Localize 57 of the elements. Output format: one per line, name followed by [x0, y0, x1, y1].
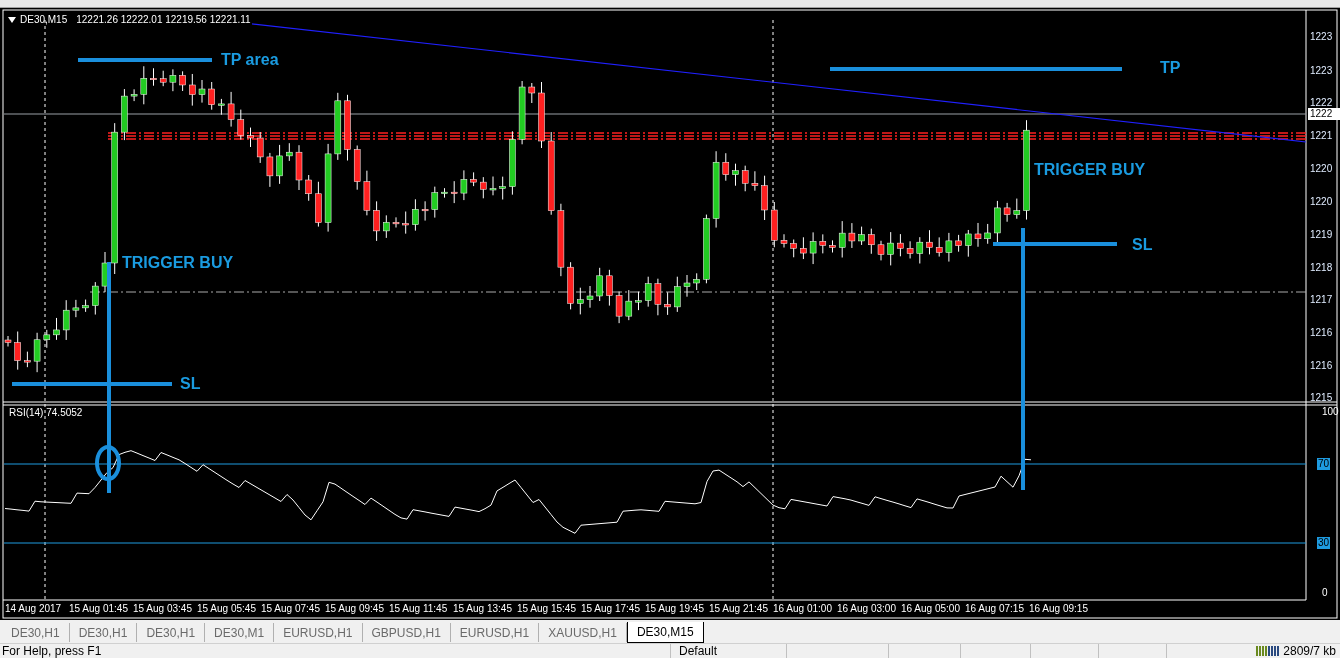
indicator-label: RSI(14) 74.5052	[9, 408, 83, 418]
profile-label: Default	[670, 644, 786, 658]
price-label: 1220	[1310, 164, 1333, 174]
annotation-label: SL	[1132, 237, 1153, 253]
time-label: 15 Aug 07:45	[261, 604, 320, 614]
chart-tab[interactable]: XAUUSD,H1	[539, 623, 627, 642]
annotation-label: TP area	[221, 52, 279, 68]
annotation-label: TRIGGER BUY	[122, 255, 234, 271]
traffic-label: 2809/7 kb	[1283, 644, 1336, 658]
indicator-axis-label: 0	[1322, 588, 1328, 598]
level-label: 30	[1317, 537, 1331, 549]
connection-bars-icon	[1256, 646, 1281, 656]
dropdown-icon[interactable]	[8, 17, 16, 23]
annotation-label: TRIGGER BUY	[1034, 162, 1146, 178]
chart-tab[interactable]: DE30,M1	[205, 623, 275, 642]
price-label: 1221	[1310, 131, 1333, 141]
time-label: 16 Aug 05:00	[901, 604, 960, 614]
chart-tab[interactable]: DE30,H1	[2, 623, 70, 642]
annotation-label: TP	[1160, 60, 1181, 76]
time-label: 15 Aug 09:45	[325, 604, 384, 614]
time-label: 16 Aug 01:00	[773, 604, 832, 614]
time-label: 16 Aug 03:00	[837, 604, 896, 614]
price-label: 1215	[1310, 393, 1333, 403]
time-label: 15 Aug 11:45	[389, 604, 448, 614]
time-label: 15 Aug 21:45	[709, 604, 768, 614]
price-label: 1223	[1310, 32, 1333, 42]
help-text: For Help, press F1	[1, 644, 103, 658]
price-label: 1220	[1310, 197, 1333, 207]
annotation-label: SL	[180, 376, 201, 392]
time-label: 15 Aug 19:45	[645, 604, 704, 614]
price-label: 1216	[1310, 361, 1333, 371]
ohlc-values: 12221.26 12222.01 12219.56 12221.11	[75, 14, 252, 26]
time-label: 15 Aug 03:45	[133, 604, 192, 614]
chart-tab[interactable]: GBPUSD,H1	[362, 623, 451, 642]
price-label: 1216	[1310, 328, 1333, 338]
chart-tab[interactable]: DE30,H1	[137, 623, 206, 642]
current-price-label: 1222	[1308, 108, 1340, 120]
indicator-axis-label: 100	[1322, 407, 1339, 417]
time-label: 16 Aug 07:15	[965, 604, 1024, 614]
time-label: 15 Aug 01:45	[69, 604, 128, 614]
time-label: 14 Aug 2017	[5, 604, 62, 614]
chart-tab[interactable]: DE30,M15	[626, 622, 704, 643]
level-label: 70	[1317, 458, 1331, 470]
time-label: 16 Aug 09:15	[1029, 604, 1088, 614]
chart-tab[interactable]: EURUSD,H1	[450, 623, 540, 642]
price-label: 1217	[1310, 295, 1333, 305]
chart-tab[interactable]: DE30,H1	[69, 623, 138, 642]
price-label: 1219	[1310, 230, 1333, 240]
price-label: 1222	[1310, 98, 1333, 108]
chart-tab[interactable]: EURUSD,H1	[274, 623, 363, 642]
price-label: 1223	[1310, 66, 1333, 76]
symbol-label: DE30,M15	[20, 15, 68, 25]
time-label: 15 Aug 05:45	[197, 604, 256, 614]
price-label: 1218	[1310, 263, 1333, 273]
time-label: 15 Aug 17:45	[581, 604, 640, 614]
time-label: 15 Aug 15:45	[517, 604, 576, 614]
time-label: 15 Aug 13:45	[453, 604, 512, 614]
